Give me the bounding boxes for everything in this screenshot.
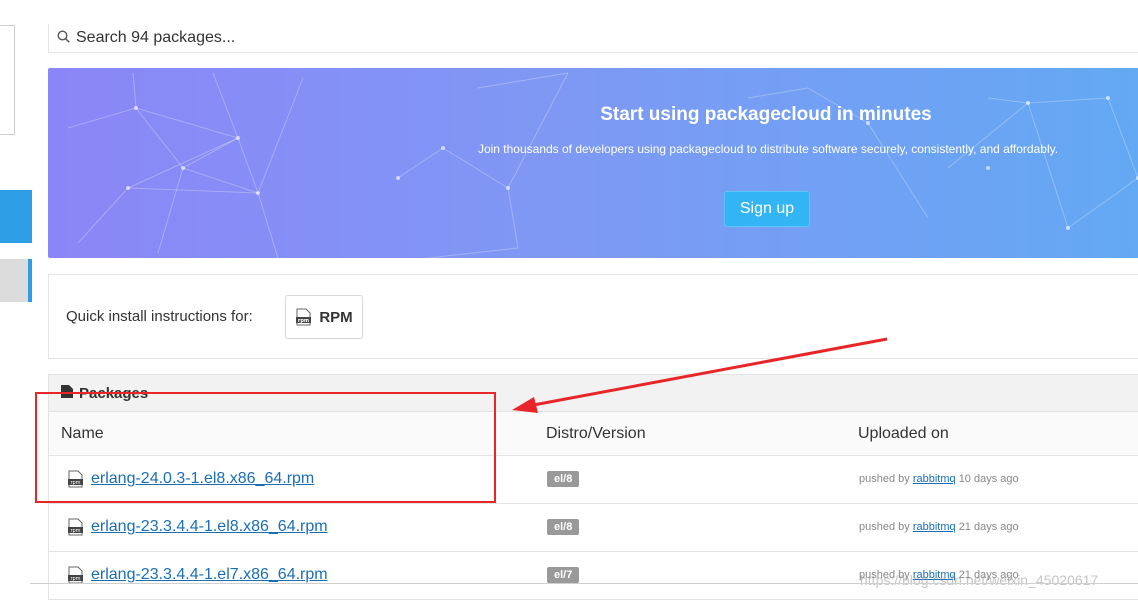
package-link[interactable]: erlang-23.3.4.4-1.el8.x86_64.rpm [91, 518, 328, 536]
signup-banner: Start using packagecloud in minutes Join… [48, 68, 1138, 258]
sidebar-item-indicator [28, 259, 32, 302]
pushed-by-label: pushed by [859, 473, 910, 485]
divider [30, 583, 1138, 584]
banner-title: Start using packagecloud in minutes [600, 104, 932, 125]
watermark: https://blog.csdn.net/weixin_45020617 [860, 572, 1099, 588]
distro-badge[interactable]: el/8 [547, 519, 580, 535]
rpm-file-icon: rpm [67, 566, 84, 584]
search-icon [57, 30, 70, 46]
distro-badge[interactable]: el/8 [547, 471, 580, 487]
upload-age: 10 days ago [958, 473, 1019, 485]
page: Search 94 packages... Start using packag… [0, 0, 1138, 600]
package-name-cell: rpm erlang-23.3.4.4-1.el8.x86_64.rpm [67, 518, 328, 536]
search-placeholder: Search 94 packages... [76, 29, 236, 46]
annotation-highlight-box [35, 392, 496, 503]
uploader-link[interactable]: rabbitmq [913, 521, 956, 533]
table-row: rpm erlang-23.3.4.4-1.el8.x86_64.rpm el/… [49, 504, 1138, 552]
rpm-file-icon: rpm [67, 518, 84, 536]
signup-button[interactable]: Sign up [724, 191, 810, 227]
column-uploaded: Uploaded on [858, 425, 949, 442]
svg-text:rpm: rpm [70, 528, 80, 534]
uploaded-info: pushed by rabbitmq 21 days ago [859, 521, 1019, 533]
svg-text:rpm: rpm [298, 318, 309, 324]
sidebar-item[interactable] [0, 259, 28, 302]
sidebar-panel [0, 25, 15, 135]
pushed-by-label: pushed by [859, 521, 910, 533]
package-name-cell: rpm erlang-23.3.4.4-1.el7.x86_64.rpm [67, 566, 328, 584]
quick-install-panel: Quick install instructions for: rpm RPM [48, 274, 1138, 359]
sidebar-active-button[interactable] [0, 190, 32, 243]
banner-subtitle: Join thousands of developers using packa… [477, 142, 1059, 156]
uploaded-info: pushed by rabbitmq 10 days ago [859, 473, 1019, 485]
search-input[interactable]: Search 94 packages... [48, 24, 1138, 53]
rpm-label: RPM [319, 308, 353, 326]
svg-text:rpm: rpm [70, 576, 80, 582]
uploader-link[interactable]: rabbitmq [913, 473, 956, 485]
column-distro: Distro/Version [546, 425, 646, 442]
quick-install-label: Quick install instructions for: [66, 308, 253, 325]
upload-age: 21 days ago [958, 521, 1019, 533]
package-link[interactable]: erlang-23.3.4.4-1.el7.x86_64.rpm [91, 566, 328, 584]
network-background [67, 72, 1138, 258]
distro-badge[interactable]: el/7 [547, 567, 580, 583]
rpm-install-button[interactable]: rpm RPM [285, 295, 363, 339]
rpm-file-icon: rpm [295, 308, 312, 326]
